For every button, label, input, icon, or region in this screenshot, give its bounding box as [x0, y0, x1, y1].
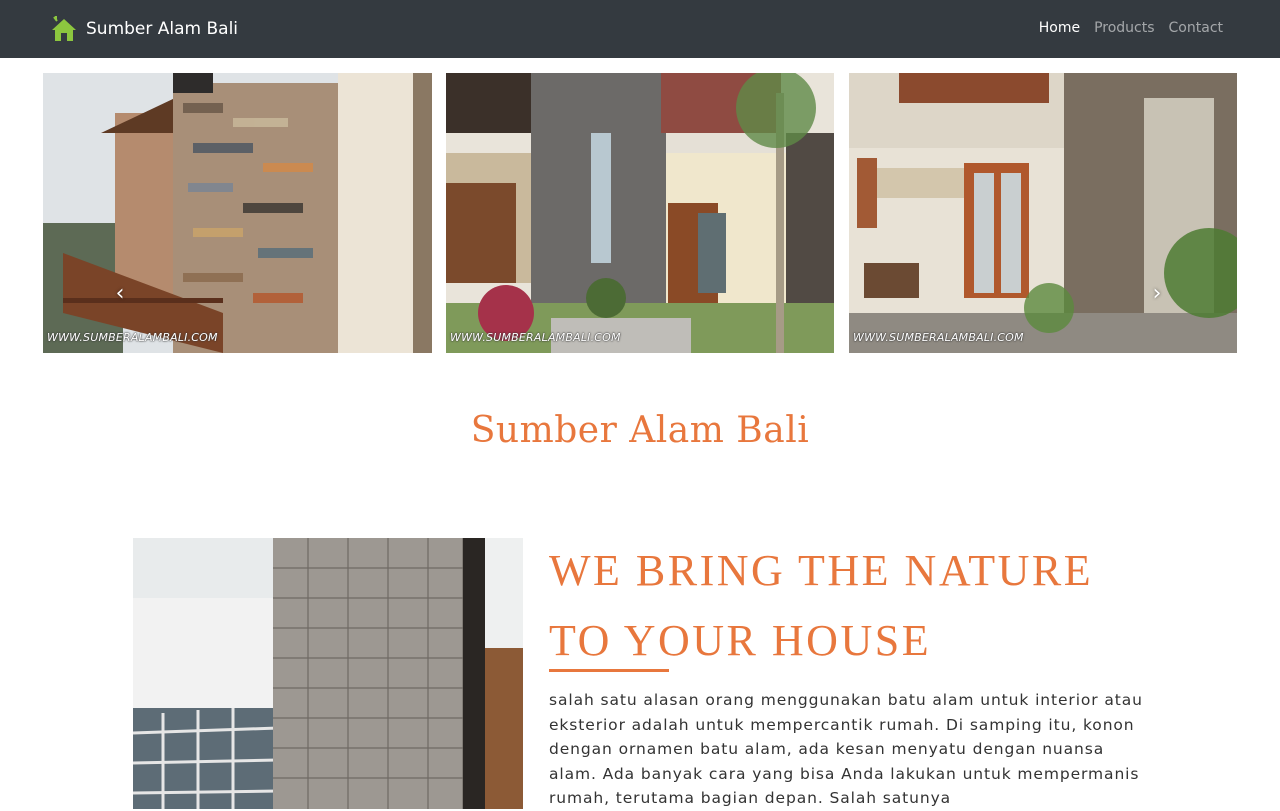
house-entrance-grey-stone-photo	[446, 73, 834, 353]
house-front-carved-stone-photo	[849, 73, 1237, 353]
nav-link-home[interactable]: Home	[1039, 20, 1080, 36]
nav-link-products[interactable]: Products	[1094, 20, 1154, 36]
carousel-slide: WWW.SUMBERALAMBALI.COM ›	[849, 73, 1237, 353]
about-heading: WE BRING THE NATURE TO YOUR HOUSE	[549, 536, 1189, 676]
carousel-slide: WWW.SUMBERALAMBALI.COM ‹	[43, 73, 432, 353]
chevron-left-icon[interactable]: ‹	[110, 281, 130, 307]
slide-watermark: WWW.SUMBERALAMBALI.COM	[450, 331, 621, 344]
about-heading-line2: TO YOUR HOUSE	[549, 616, 932, 665]
chevron-right-icon[interactable]: ›	[1147, 281, 1167, 307]
brand-name: Sumber Alam Bali	[86, 19, 239, 39]
house-wall-multicolor-stone-photo	[43, 73, 432, 353]
about-paragraph: salah satu alasan orang menggunakan batu…	[549, 691, 1143, 807]
about-heading-line1: WE BRING THE NATURE	[549, 546, 1094, 595]
carousel-slide: WWW.SUMBERALAMBALI.COM	[446, 73, 834, 353]
heading-underline	[549, 669, 669, 672]
brand-link[interactable]: Sumber Alam Bali	[50, 12, 238, 46]
stone-wall-building-photo	[133, 538, 523, 809]
slide-watermark: WWW.SUMBERALAMBALI.COM	[47, 331, 218, 344]
nav-link-contact[interactable]: Contact	[1169, 20, 1223, 36]
navbar: Sumber Alam Bali Home Products Contact	[0, 0, 1280, 58]
page-title: Sumber Alam Bali	[470, 410, 810, 451]
nav-menu: Home Products Contact	[1039, 20, 1223, 36]
slide-watermark: WWW.SUMBERALAMBALI.COM	[853, 331, 1024, 344]
image-carousel: WWW.SUMBERALAMBALI.COM ‹ WWW.SUMBERALAMB…	[43, 73, 1237, 353]
house-icon	[52, 16, 76, 41]
